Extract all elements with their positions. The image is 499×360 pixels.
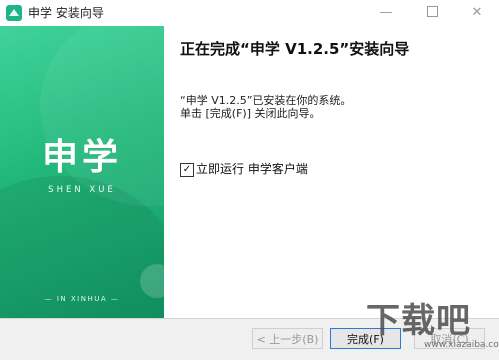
minimize-button[interactable]: — bbox=[371, 2, 401, 24]
run-now-checkbox[interactable]: ✓ bbox=[180, 163, 194, 177]
installer-window: 申学 安装向导 — ✕ 申学 SHEN XUE — IN XINHUA — 正在… bbox=[0, 0, 499, 360]
site-watermark: 下载吧 www.xiazaiba.com bbox=[362, 300, 499, 356]
banner-footer-text: — IN XINHUA — bbox=[44, 295, 120, 303]
brand-name-chinese: 申学 bbox=[41, 137, 122, 178]
title-bar: 申学 安装向导 — ✕ bbox=[0, 0, 499, 26]
content-panel: 正在完成“申学 V1.2.5”安装向导 “申学 V1.2.5”已安装在你的系统。… bbox=[164, 26, 499, 318]
maximize-icon bbox=[426, 6, 438, 17]
watermark-url: www.xiazaiba.com bbox=[424, 340, 499, 350]
window-title: 申学 安装向导 bbox=[28, 6, 104, 20]
brand-name-pinyin: SHEN XUE bbox=[48, 185, 116, 195]
watermark-text: 下载吧 bbox=[366, 301, 471, 341]
back-button[interactable]: < 上一步(B) bbox=[252, 328, 323, 349]
side-banner: 申学 SHEN XUE — IN XINHUA — bbox=[0, 26, 164, 318]
page-heading: 正在完成“申学 V1.2.5”安装向导 bbox=[180, 40, 410, 58]
close-button[interactable]: ✕ bbox=[462, 2, 492, 24]
maximize-button[interactable] bbox=[417, 2, 447, 24]
install-complete-message: “申学 V1.2.5”已安装在你的系统。 bbox=[180, 94, 352, 107]
run-now-label[interactable]: 立即运行 申学客户端 bbox=[196, 162, 308, 176]
app-icon bbox=[6, 5, 22, 21]
finish-instruction-message: 单击 [完成(F)] 关闭此向导。 bbox=[180, 107, 321, 120]
